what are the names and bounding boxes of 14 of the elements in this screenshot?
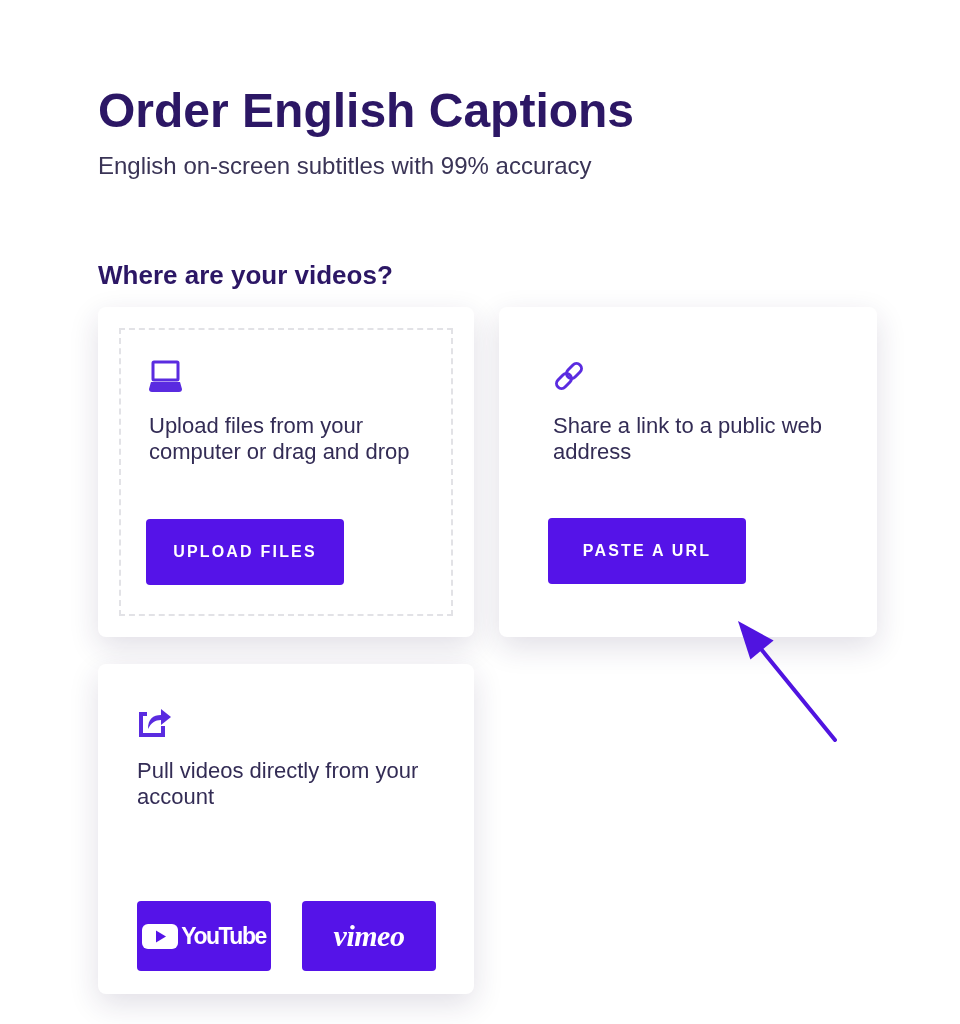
- card-description: Pull videos directly from your account: [137, 758, 420, 811]
- play-icon: [142, 923, 179, 949]
- youtube-button[interactable]: YouTube: [137, 901, 271, 972]
- laptop-icon: [149, 360, 182, 393]
- link-icon: [553, 360, 585, 393]
- card-description: Share a link to a public web address: [553, 413, 824, 466]
- vimeo-button[interactable]: vimeo: [302, 901, 436, 972]
- section-heading: Where are your videos?: [98, 260, 393, 292]
- page-title: Order English Captions: [98, 85, 635, 138]
- link-button[interactable]: PASTE A URL: [548, 518, 746, 585]
- page-subtitle: English on-screen subtitles with 99% accuracy: [98, 150, 592, 181]
- upload-button[interactable]: UPLOAD FILES: [146, 519, 344, 586]
- card-description: Upload files from your computer or drag and drop: [149, 413, 411, 466]
- drop-zone[interactable]: Upload files from your computer or drag and drop UPLOAD FILES: [119, 328, 453, 617]
